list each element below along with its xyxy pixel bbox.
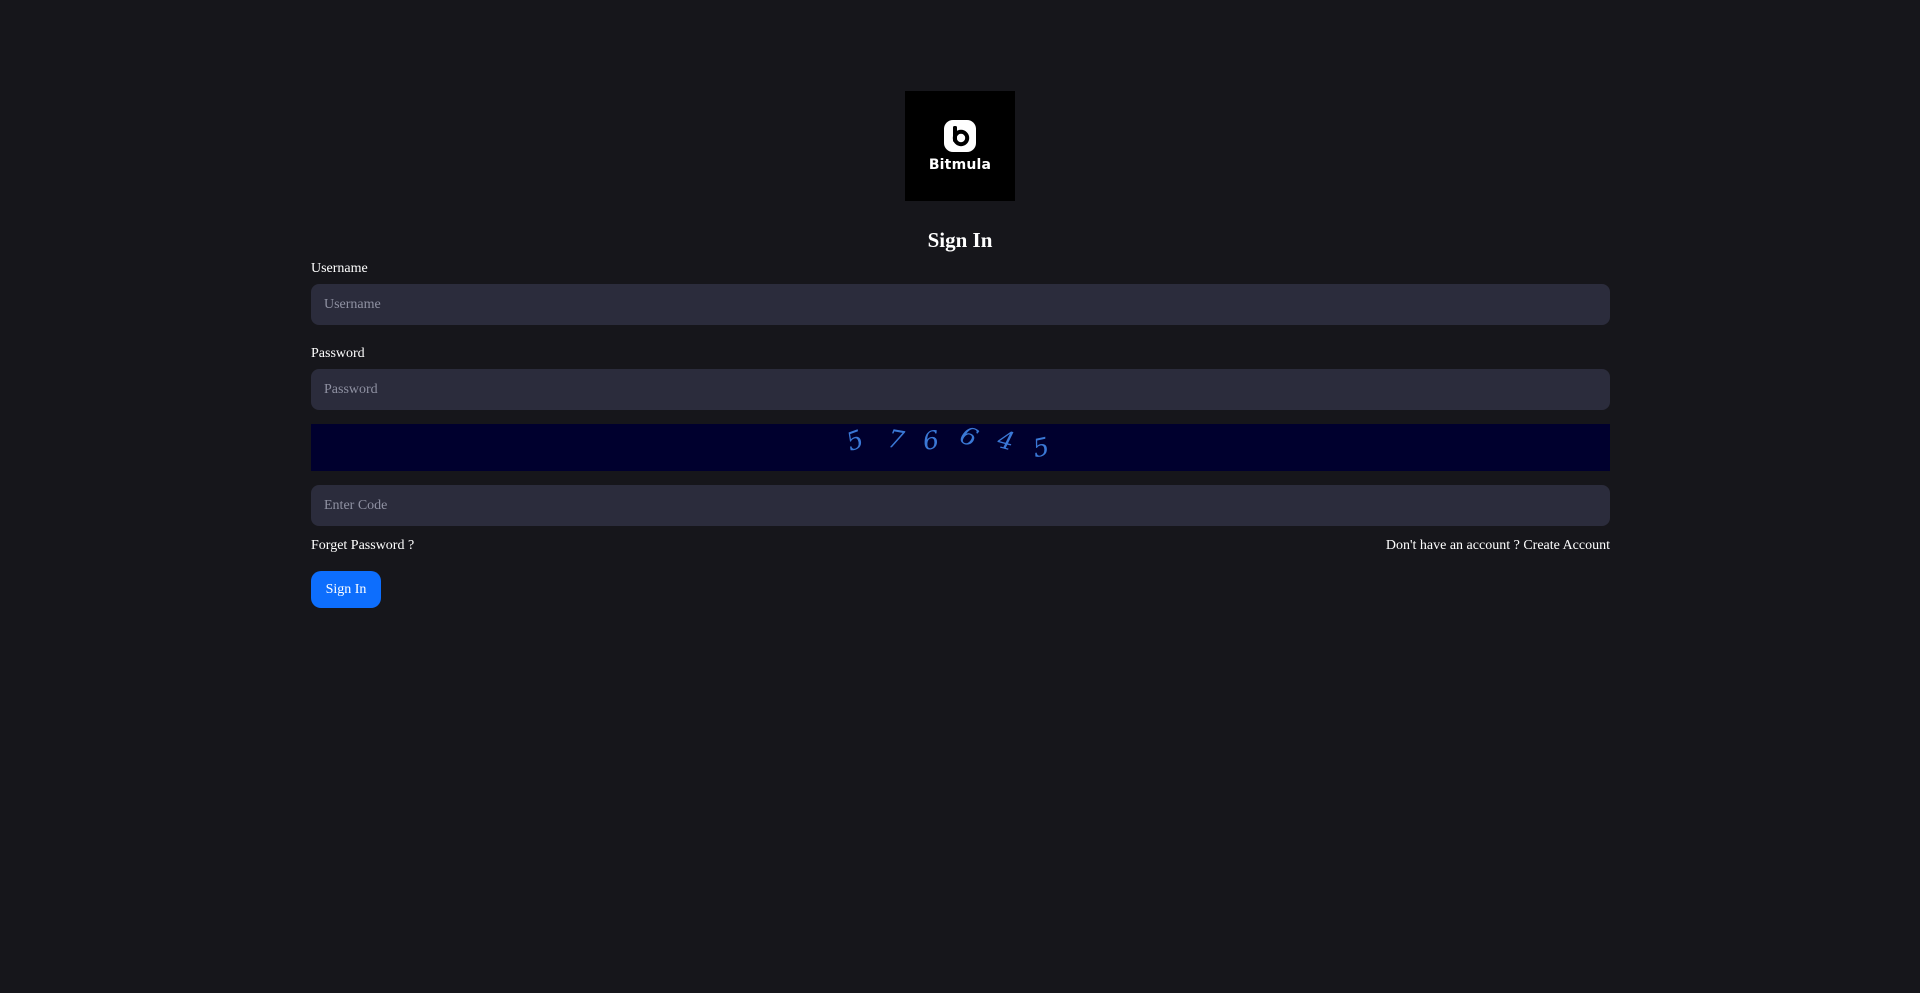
captcha-char: 4	[994, 424, 1018, 457]
captcha-code-input[interactable]	[311, 485, 1610, 526]
captcha-characters: 576645	[311, 420, 1610, 471]
captcha-char: 6	[955, 419, 983, 454]
captcha-char: 5	[1030, 431, 1052, 464]
sign-in-page: Bitmula Sign In Username Password 576645…	[0, 0, 1920, 993]
bitmula-b-logo-icon	[944, 119, 976, 152]
password-input[interactable]	[311, 369, 1610, 410]
password-label: Password	[311, 346, 365, 361]
no-account-prefix: Don't have an account ?	[1385, 538, 1520, 553]
captcha-char: 6	[921, 425, 941, 456]
sign-in-button[interactable]: Sign In	[311, 571, 381, 608]
create-account-text: Don't have an account ? Create Account	[1386, 538, 1610, 554]
page-title: Sign In	[927, 228, 993, 252]
brand-name: Bitmula	[928, 156, 992, 173]
username-label: Username	[311, 261, 368, 276]
captcha-char: 7	[885, 423, 907, 456]
forgot-password-link[interactable]: Forget Password ?	[311, 538, 414, 554]
brand-logo: Bitmula	[905, 91, 1015, 201]
username-input[interactable]	[311, 284, 1610, 325]
captcha-char: 5	[842, 424, 868, 457]
auth-links-row: Forget Password ? Don't have an account …	[311, 538, 1610, 556]
create-account-link[interactable]: Create Account	[1523, 538, 1610, 553]
sign-in-form: Username Password 576645 Forget Password…	[311, 260, 1610, 608]
captcha-image: 576645	[311, 420, 1610, 471]
